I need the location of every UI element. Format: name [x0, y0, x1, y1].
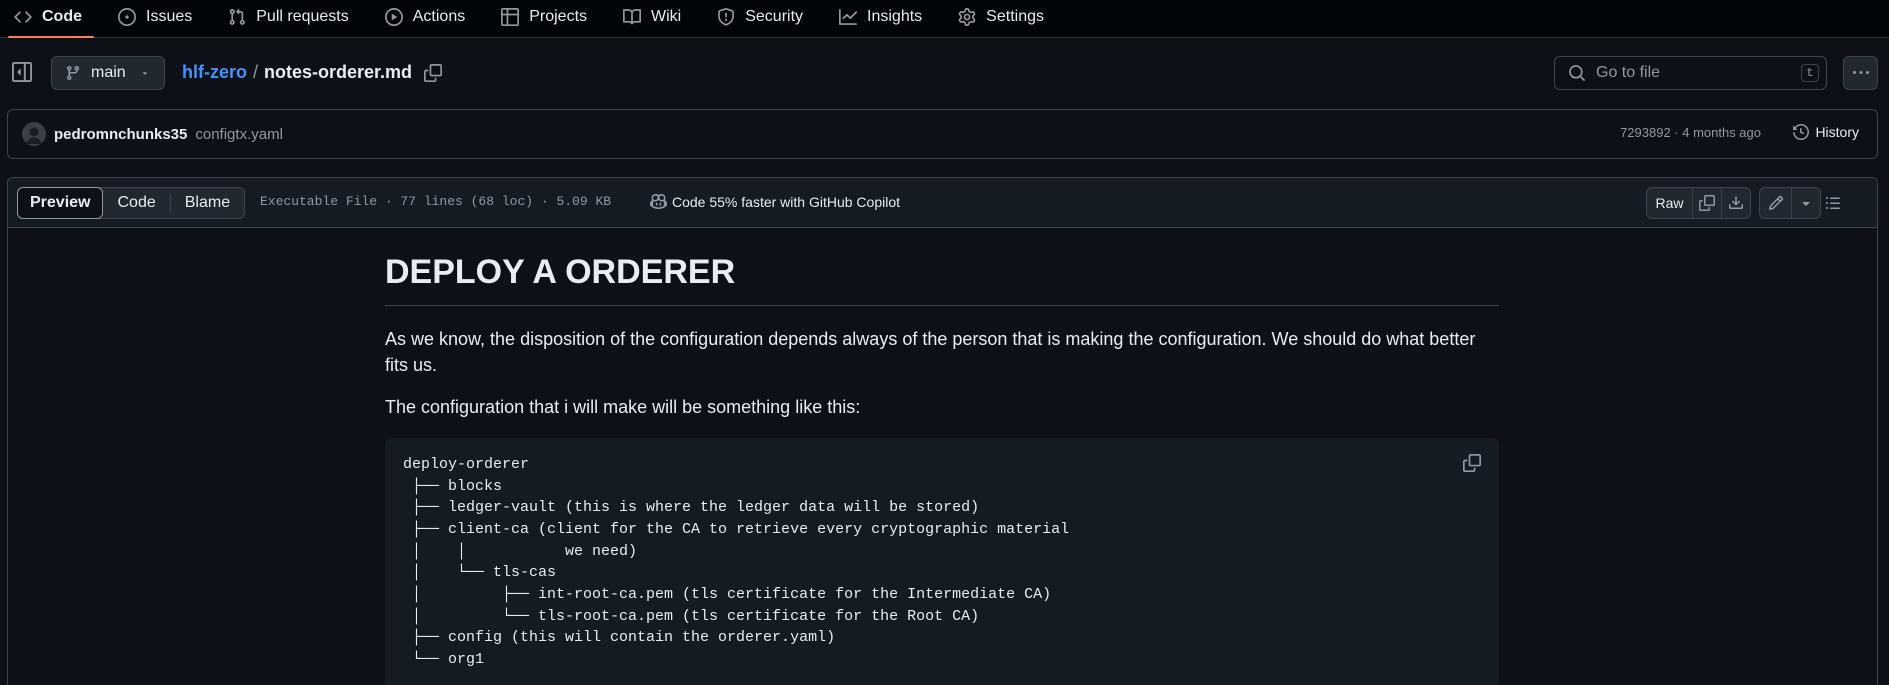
- tab-label: Code: [42, 7, 82, 25]
- git-pull-request-icon: [228, 8, 246, 26]
- breadcrumb: hlf-zero / notes-orderer.md: [182, 62, 443, 83]
- keyboard-shortcut-hint: t: [1801, 64, 1819, 82]
- tab-settings[interactable]: Settings: [958, 0, 1054, 38]
- pencil-icon: [1768, 195, 1784, 211]
- search-icon: [1568, 64, 1586, 82]
- list-unordered-icon[interactable]: [1824, 195, 1842, 211]
- edit-options-dropdown[interactable]: [1791, 188, 1820, 218]
- graph-icon: [839, 8, 858, 26]
- branch-name: main: [91, 64, 126, 81]
- triangle-down-icon: [140, 68, 150, 78]
- tab-pull-requests[interactable]: Pull requests: [228, 0, 359, 38]
- breadcrumb-repo-link[interactable]: hlf-zero: [182, 62, 247, 83]
- copy-path-icon[interactable]: [424, 63, 443, 82]
- avatar[interactable]: [22, 122, 46, 146]
- copilot-promo-link[interactable]: Code 55% faster with GitHub Copilot: [650, 193, 900, 210]
- tab-label: Pull requests: [256, 7, 349, 25]
- copilot-icon: [650, 193, 667, 210]
- tab-issues[interactable]: Issues: [118, 0, 202, 38]
- tab-code[interactable]: Code: [8, 0, 94, 38]
- tab-label: Projects: [529, 7, 588, 25]
- edit-actions-group: [1759, 187, 1821, 219]
- code-icon: [14, 8, 32, 26]
- tab-wiki[interactable]: Wiki: [623, 0, 691, 38]
- tab-label: Issues: [146, 7, 193, 25]
- tab-label: Settings: [986, 7, 1044, 25]
- more-options-button[interactable]: [1843, 56, 1878, 90]
- markdown-paragraph: The configuration that i will make will …: [385, 396, 861, 417]
- file-info: Executable File · 77 lines (68 loc) · 5.…: [260, 194, 612, 209]
- triangle-down-icon: [1798, 195, 1814, 211]
- tab-label: Wiki: [651, 7, 682, 25]
- git-branch-icon: [65, 65, 81, 81]
- sidebar-expand-icon[interactable]: [12, 62, 34, 82]
- download-raw-button[interactable]: [1721, 188, 1750, 218]
- copy-code-icon[interactable]: [1463, 453, 1481, 472]
- tab-label: Security: [745, 7, 804, 25]
- edit-file-button[interactable]: [1760, 188, 1791, 218]
- code-block: deploy-orderer ├── blocks ├── ledger-vau…: [385, 437, 1499, 685]
- gear-icon: [958, 7, 976, 26]
- breadcrumb-filename: notes-orderer.md: [264, 62, 413, 82]
- file-viewer-toolbar: Preview Code Blame Executable File · 77 …: [8, 178, 1877, 228]
- tab-label: Actions: [412, 7, 466, 25]
- commit-author[interactable]: pedromnchunks35: [54, 126, 187, 143]
- file-viewer: Preview Code Blame Executable File · 77 …: [7, 177, 1878, 685]
- markdown-body: DEPLOY A ORDERER As we know, the disposi…: [385, 252, 1499, 685]
- branch-selector-button[interactable]: main: [51, 56, 165, 90]
- tab-actions[interactable]: Actions: [384, 0, 475, 38]
- history-icon: [1793, 124, 1810, 140]
- kebab-horizontal-icon: [1852, 65, 1869, 81]
- view-mode-segmented-control: Preview Code Blame: [17, 187, 246, 219]
- table-icon: [501, 7, 520, 26]
- markdown-paragraph: As we know, the disposition of the confi…: [385, 328, 1476, 375]
- tab-security[interactable]: Security: [717, 0, 813, 38]
- history-button[interactable]: History: [1793, 124, 1859, 140]
- latest-commit-box: pedromnchunks35 configtx.yaml 7293892 · …: [7, 109, 1878, 159]
- go-to-file-search[interactable]: t: [1554, 56, 1827, 90]
- view-blame-tab[interactable]: Blame: [171, 188, 244, 218]
- copy-icon: [1699, 195, 1715, 211]
- copilot-promo-text: Code 55% faster with GitHub Copilot: [672, 193, 900, 210]
- markdown-heading: DEPLOY A ORDERER: [385, 252, 1499, 306]
- raw-actions-group: Raw: [1646, 187, 1751, 219]
- copy-raw-button[interactable]: [1692, 188, 1721, 218]
- download-icon: [1728, 195, 1744, 211]
- code-block-content: deploy-orderer ├── blocks ├── ledger-vau…: [403, 455, 1070, 669]
- issue-opened-icon: [118, 7, 136, 26]
- tab-label: Insights: [867, 7, 923, 25]
- view-preview-tab[interactable]: Preview: [17, 187, 104, 219]
- breadcrumb-separator: /: [253, 62, 259, 82]
- play-icon: [384, 7, 403, 26]
- commit-message[interactable]: configtx.yaml: [195, 126, 283, 143]
- commit-meta[interactable]: 7293892 · 4 months ago: [1620, 125, 1761, 140]
- repo-nav: Code Issues Pull requests Actions Projec…: [0, 0, 1889, 38]
- view-code-tab[interactable]: Code: [103, 188, 169, 218]
- tab-insights[interactable]: Insights: [839, 0, 932, 38]
- go-to-file-input[interactable]: [1596, 64, 1796, 82]
- tab-projects[interactable]: Projects: [501, 0, 597, 38]
- history-label: History: [1815, 124, 1859, 140]
- book-icon: [623, 8, 642, 26]
- raw-button[interactable]: Raw: [1647, 188, 1692, 218]
- shield-icon: [717, 7, 735, 26]
